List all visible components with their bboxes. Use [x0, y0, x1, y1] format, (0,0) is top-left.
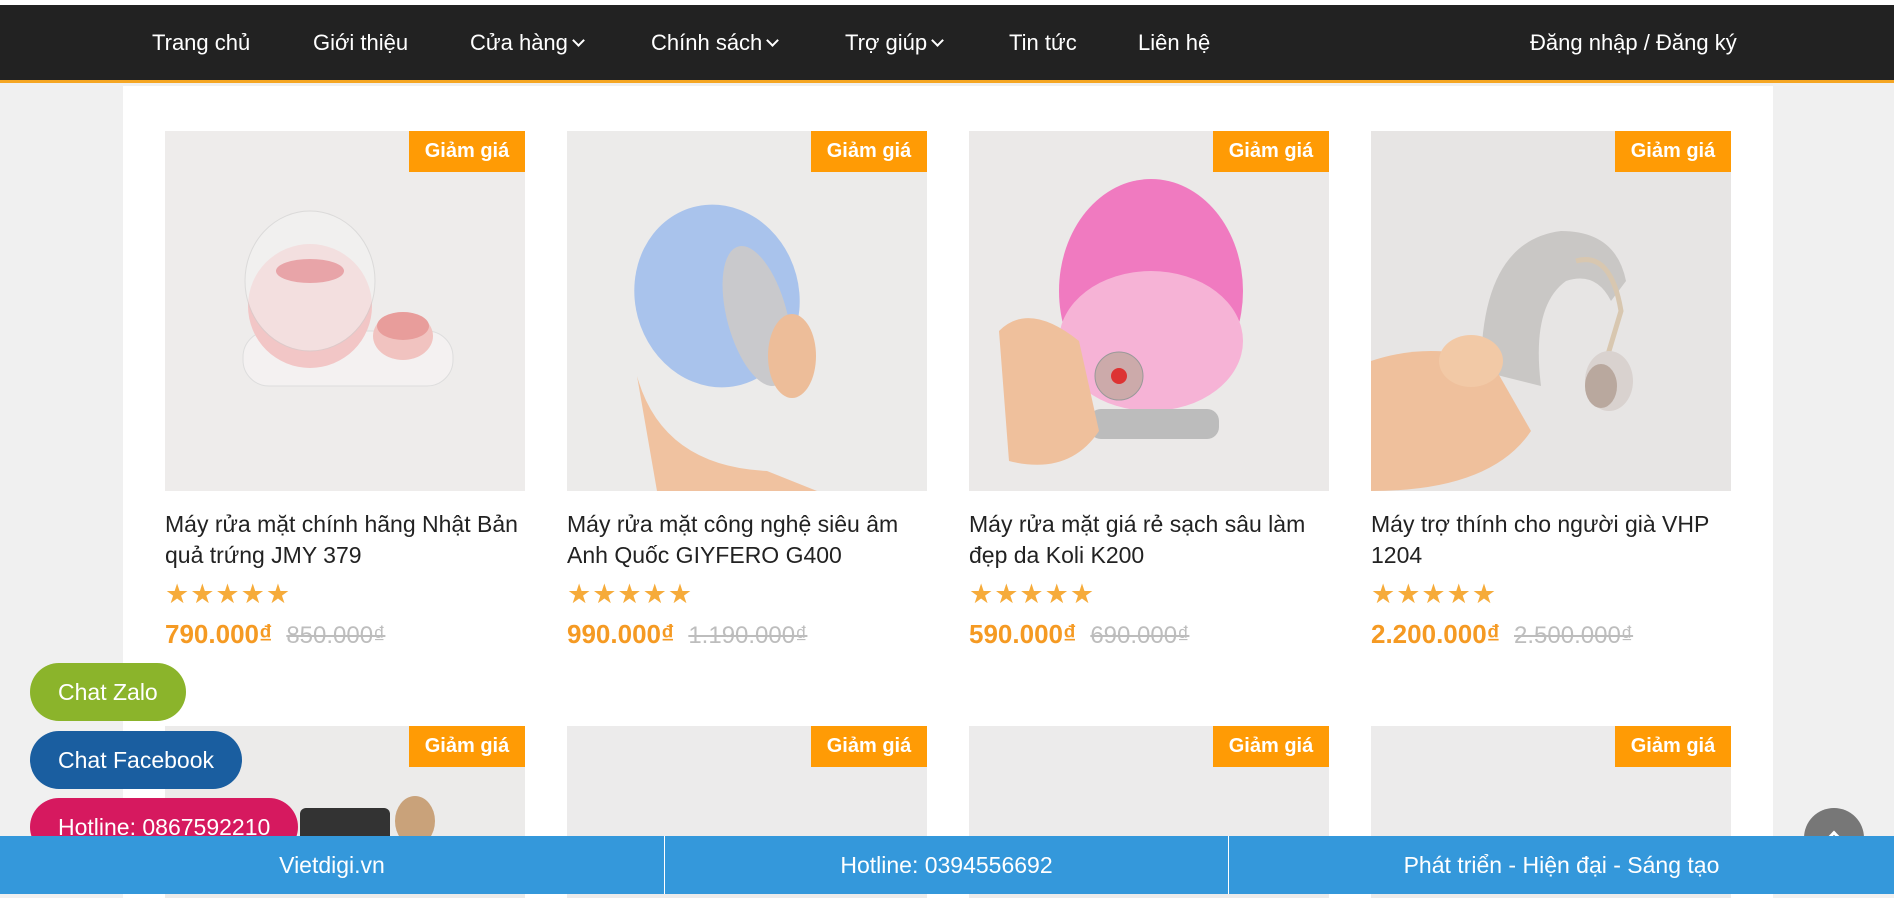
sale-badge: Giảm giá — [811, 726, 927, 767]
nav-home[interactable]: Trang chủ — [152, 5, 250, 80]
product-price: 2.200.000₫ 2.500.000₫ — [1371, 619, 1633, 650]
nav-help-label: Trợ giúp — [845, 30, 928, 55]
nav-help[interactable]: Trợ giúp — [845, 5, 944, 80]
hearing-aid-image — [1371, 131, 1731, 491]
sale-badge: Giảm giá — [1213, 131, 1329, 172]
product-name[interactable]: Máy rửa mặt chính hãng Nhật Bản quả trứn… — [165, 509, 525, 571]
product-image[interactable]: Giảm giá — [165, 131, 525, 491]
product-name[interactable]: Máy trợ thính cho người già VHP 1204 — [1371, 509, 1731, 571]
product-name[interactable]: Máy rửa mặt công nghệ siêu âm Anh Quốc G… — [567, 509, 927, 571]
nav-home-label: Trang chủ — [152, 30, 251, 55]
nav-contact-label: Liên hệ — [1138, 30, 1211, 55]
product-price: 590.000₫ 690.000₫ — [969, 619, 1189, 650]
ultrasonic-cleanser-image — [567, 131, 927, 491]
sale-badge: Giảm giá — [1213, 726, 1329, 767]
nav-contact[interactable]: Liên hệ — [1138, 5, 1210, 80]
chat-zalo-button[interactable]: Chat Zalo — [30, 663, 186, 721]
old-price: 850.000₫ — [286, 622, 386, 649]
nav-policy[interactable]: Chính sách — [651, 5, 780, 80]
footer-slogan: Phát triển - Hiện đại - Sáng tạo — [1403, 852, 1720, 878]
old-price: 690.000₫ — [1090, 622, 1190, 649]
nav-news-label: Tin tức — [1009, 30, 1077, 55]
chevron-down-icon — [572, 34, 585, 47]
product-image[interactable]: Giảm giá — [1371, 131, 1731, 491]
product-price: 990.000₫ 1.190.000₫ — [567, 619, 807, 650]
pink-cleanser-image — [969, 131, 1329, 491]
nav-shop-label: Cửa hàng — [470, 30, 568, 55]
nav-about[interactable]: Giới thiệu — [313, 5, 408, 80]
chat-facebook-button[interactable]: Chat Facebook — [30, 731, 242, 789]
sale-badge: Giảm giá — [409, 726, 525, 767]
product-grid-panel: Giảm giá Máy rửa mặt chính hãng Nhật Bản… — [123, 86, 1773, 898]
sale-badge: Giảm giá — [409, 131, 525, 172]
nav-news[interactable]: Tin tức — [1009, 5, 1077, 80]
footer-site-link[interactable]: Vietdigi.vn — [0, 836, 665, 894]
login-register-link[interactable]: Đăng nhập / Đăng ký — [1530, 5, 1737, 80]
rating-stars: ★★★★★ — [1371, 579, 1498, 609]
chevron-down-icon — [766, 34, 780, 47]
sale-badge: Giảm giá — [811, 131, 927, 172]
nav-policy-label: Chính sách — [651, 30, 763, 55]
chevron-down-icon — [931, 34, 944, 47]
sale-price: 2.200.000₫ — [1371, 619, 1501, 649]
product-image[interactable]: Giảm giá — [969, 131, 1329, 491]
old-price: 1.190.000₫ — [688, 622, 808, 649]
sale-price: 790.000₫ — [165, 619, 273, 649]
footer-bar: Vietdigi.vn Hotline: 0394556692 Phát tri… — [0, 836, 1894, 894]
main-navbar: Trang chủ Giới thiệu Cửa hàng Chính sách… — [0, 5, 1894, 83]
sale-price: 590.000₫ — [969, 619, 1077, 649]
nav-about-label: Giới thiệu — [313, 30, 409, 55]
rating-stars: ★★★★★ — [567, 579, 694, 609]
sale-badge: Giảm giá — [1615, 726, 1731, 767]
nav-shop[interactable]: Cửa hàng — [470, 5, 585, 80]
old-price: 2.500.000₫ — [1514, 622, 1634, 649]
face-cleanser-egg-image — [165, 131, 525, 491]
rating-stars: ★★★★★ — [969, 579, 1096, 609]
product-price: 790.000₫ 850.000₫ — [165, 619, 385, 650]
sale-price: 990.000₫ — [567, 619, 675, 649]
rating-stars: ★★★★★ — [165, 579, 292, 609]
sale-badge: Giảm giá — [1615, 131, 1731, 172]
footer-hotline-link[interactable]: Hotline: 0394556692 — [665, 836, 1229, 894]
product-name[interactable]: Máy rửa mặt giá rẻ sạch sâu làm đẹp da K… — [969, 509, 1329, 571]
product-image[interactable]: Giảm giá — [567, 131, 927, 491]
